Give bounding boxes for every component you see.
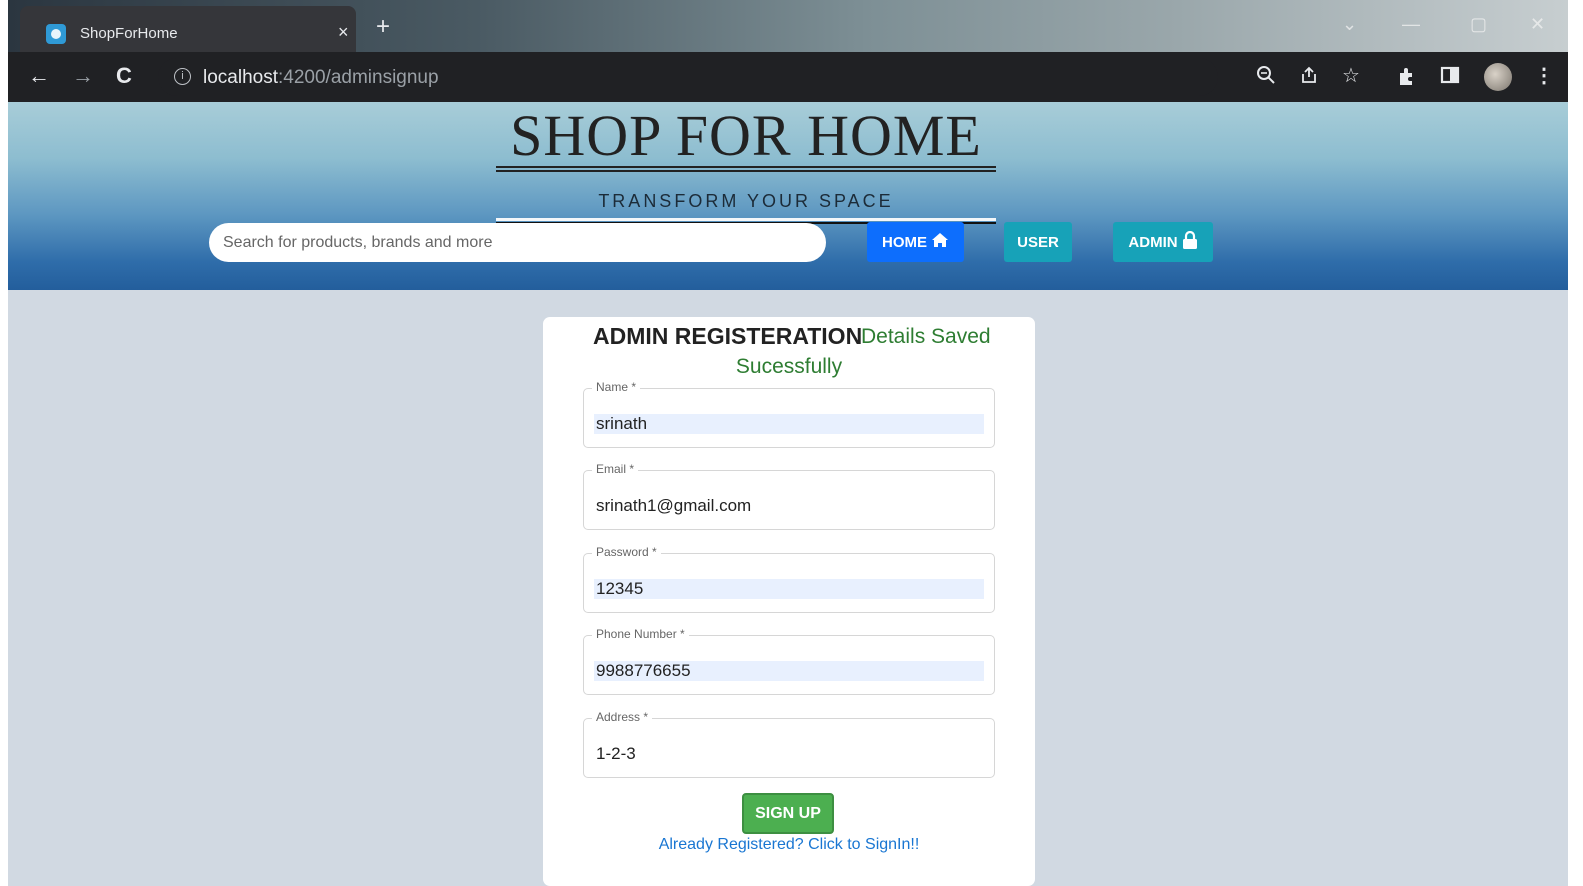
url-path: :4200/adminsignup (278, 67, 439, 88)
profile-avatar[interactable] (1484, 63, 1512, 91)
tab-search-icon[interactable]: ⌄ (1342, 14, 1357, 35)
share-icon[interactable] (1299, 65, 1319, 90)
registration-card: ADMIN REGISTERATION Details Saved Sucess… (543, 317, 1035, 886)
zoom-icon[interactable] (1256, 65, 1276, 90)
back-icon[interactable]: ← (28, 64, 50, 88)
email-input[interactable] (594, 496, 984, 516)
success-message: Details Saved (861, 325, 991, 348)
brand-divider (496, 170, 996, 172)
forward-icon[interactable]: → (72, 64, 94, 88)
search-input[interactable] (209, 223, 826, 262)
home-button[interactable]: HOME (867, 222, 964, 262)
admin-button[interactable]: ADMIN (1113, 222, 1213, 262)
brand-divider (496, 218, 996, 221)
maximize-icon[interactable]: ▢ (1470, 14, 1487, 35)
site-header: SHOP FOR HOME TRANSFORM YOUR SPACE HOME … (8, 102, 1568, 290)
signin-link[interactable]: Already Registered? Click to SignIn!! (543, 836, 1035, 854)
browser-tab[interactable]: ShopForHome × (20, 6, 356, 52)
address-bar[interactable]: i localhost:4200/adminsignup (158, 58, 1218, 96)
phone-field: Phone Number * (583, 627, 995, 695)
signup-button[interactable]: SIGN UP (742, 793, 834, 834)
browser-toolbar: ← → C i localhost:4200/adminsignup ☆ ⋮ (8, 52, 1568, 102)
phone-input[interactable] (594, 661, 984, 681)
email-label: Email * (592, 462, 639, 476)
url-text[interactable]: localhost:4200/adminsignup (203, 67, 439, 89)
name-field: Name * (583, 380, 995, 448)
password-label: Password * (592, 545, 661, 559)
email-field: Email * (583, 462, 995, 530)
address-label: Address * (592, 710, 653, 724)
info-icon[interactable]: i (174, 68, 191, 85)
browser-window: ShopForHome × + ⌄ — ▢ ✕ ← → C i localhos… (0, 0, 1583, 886)
star-icon[interactable]: ☆ (1342, 65, 1360, 87)
tab-close-icon[interactable]: × (338, 22, 349, 43)
success-message-continued: Sucessfully (735, 355, 843, 378)
sidebar-icon[interactable] (1440, 65, 1460, 90)
user-button[interactable]: USER (1004, 222, 1072, 262)
url-host: localhost (203, 67, 278, 88)
admin-button-label: ADMIN (1128, 233, 1178, 251)
tab-title: ShopForHome (80, 25, 178, 42)
home-button-label: HOME (882, 233, 927, 251)
reload-icon[interactable]: C (116, 64, 132, 88)
lock-icon (1182, 230, 1198, 253)
phone-label: Phone Number * (592, 627, 689, 641)
extensions-icon[interactable] (1396, 65, 1418, 92)
address-field: Address * (583, 710, 995, 778)
brand-title: SHOP FOR HOME (510, 103, 982, 168)
page-title: ADMIN REGISTERATION (593, 323, 863, 349)
address-input[interactable] (594, 744, 984, 764)
minimize-icon[interactable]: — (1402, 14, 1420, 35)
favicon-icon (46, 24, 66, 44)
home-icon (931, 232, 949, 252)
password-field: Password * (583, 545, 995, 613)
password-input[interactable] (594, 579, 984, 599)
name-input[interactable] (594, 414, 984, 434)
brand-tagline: TRANSFORM YOUR SPACE (598, 191, 894, 211)
tab-strip: ShopForHome × + ⌄ — ▢ ✕ (8, 0, 1568, 52)
user-button-label: USER (1017, 233, 1059, 251)
name-label: Name * (592, 380, 641, 394)
close-window-icon[interactable]: ✕ (1530, 14, 1545, 35)
menu-icon[interactable]: ⋮ (1534, 65, 1554, 87)
new-tab-icon[interactable]: + (376, 13, 390, 41)
brand-divider (496, 166, 996, 168)
